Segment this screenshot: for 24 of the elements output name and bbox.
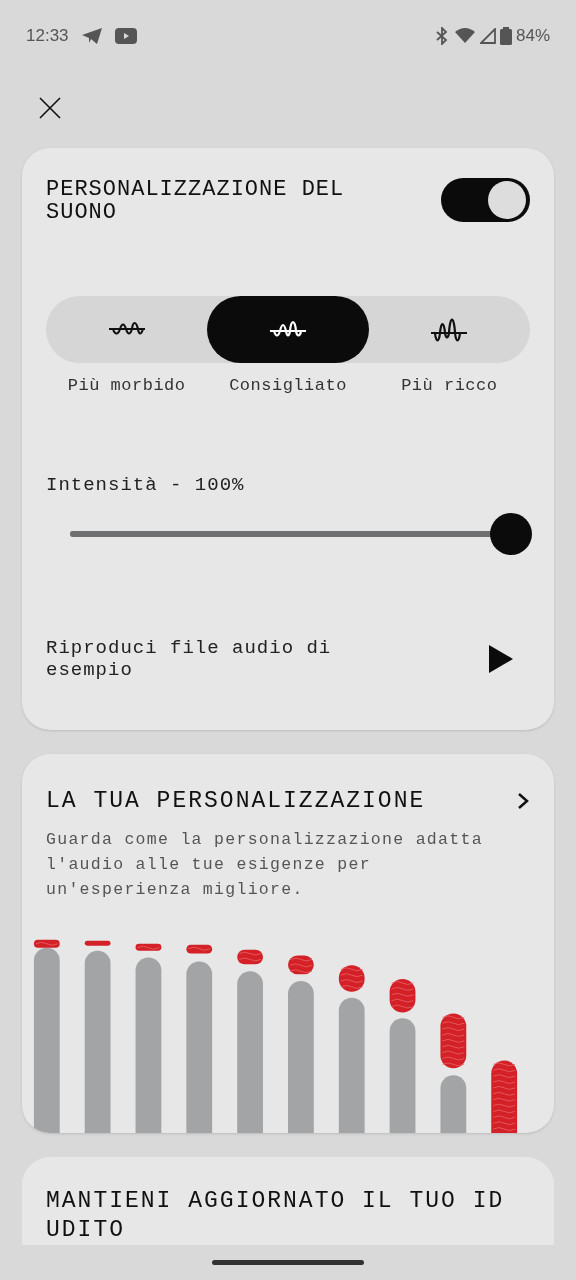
toggle-switch[interactable] [441, 178, 530, 222]
battery-icon [499, 27, 512, 45]
battery-percentage: 84% [515, 25, 550, 48]
profile-card[interactable]: LA TUA PERSONALIZZAZIONE Guarda come la personalizzazione adatta l'audio alle tue esigenze per un'esperienza migliore. [22, 754, 554, 1133]
card-title: LA TUA PERSONALIZZAZIONE [46, 787, 426, 816]
intensity-slider[interactable] [70, 513, 532, 555]
wifi-icon [453, 28, 476, 44]
signal-icon [479, 28, 496, 44]
paper-plane-icon [80, 27, 103, 45]
clock: 12:33 [26, 25, 69, 48]
close-button[interactable] [38, 96, 62, 120]
update-card[interactable]: MANTIENI AGGIORNATO IL TUO ID UDITO [22, 1157, 554, 1245]
chevron-right-icon [516, 792, 530, 811]
card-title: PERSONALIZZAZIONE DEL SUONO [46, 178, 346, 224]
card-description: Guarda come la personalizzazione adatta l'audio alle tue esigenze per un'esperienza migliore. [46, 828, 484, 901]
intensity-label: Intensità - 100% [46, 472, 245, 498]
play-button[interactable] [488, 644, 514, 674]
slider-thumb[interactable] [490, 513, 532, 555]
preset-label: Più ricco [400, 375, 499, 397]
play-icon [114, 28, 137, 44]
preset-label: Più morbido [66, 375, 187, 397]
sample-audio-label: Riproduci file audio di esempio [46, 637, 333, 681]
card-title: MANTIENI AGGIORNATO IL TUO ID UDITO [46, 1187, 506, 1245]
preset-label: Consigliato [228, 375, 348, 397]
